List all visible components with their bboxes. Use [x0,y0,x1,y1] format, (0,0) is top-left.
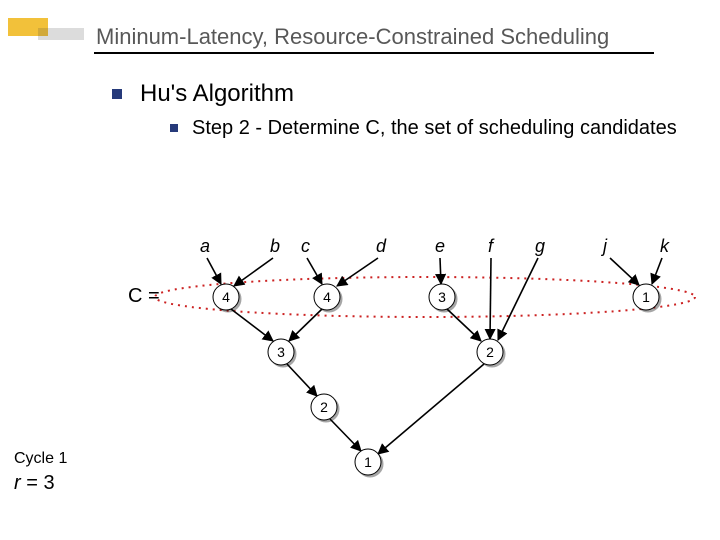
label-d: d [376,236,387,256]
node-l3: 2 [320,399,328,415]
node-c-d: 4 [323,289,331,305]
node-l4: 1 [364,454,372,470]
label-f: f [488,236,495,256]
label-b: b [270,236,280,256]
slide: { "title": "Mininum-Latency, Resource-Co… [0,0,720,540]
dag-diagram: a b c d e f g j k C = [0,0,720,540]
node-l2b: 2 [486,344,494,360]
node-a-b: 4 [222,289,230,305]
node-e: 3 [438,289,446,305]
label-k: k [660,236,670,256]
c-equals: C = [128,285,160,307]
label-c: c [301,236,310,256]
label-j: j [600,236,608,256]
label-g: g [535,236,545,256]
label-a: a [200,236,210,256]
label-e: e [435,236,445,256]
node-l2a: 3 [277,344,285,360]
node-j-k: 1 [642,289,650,305]
